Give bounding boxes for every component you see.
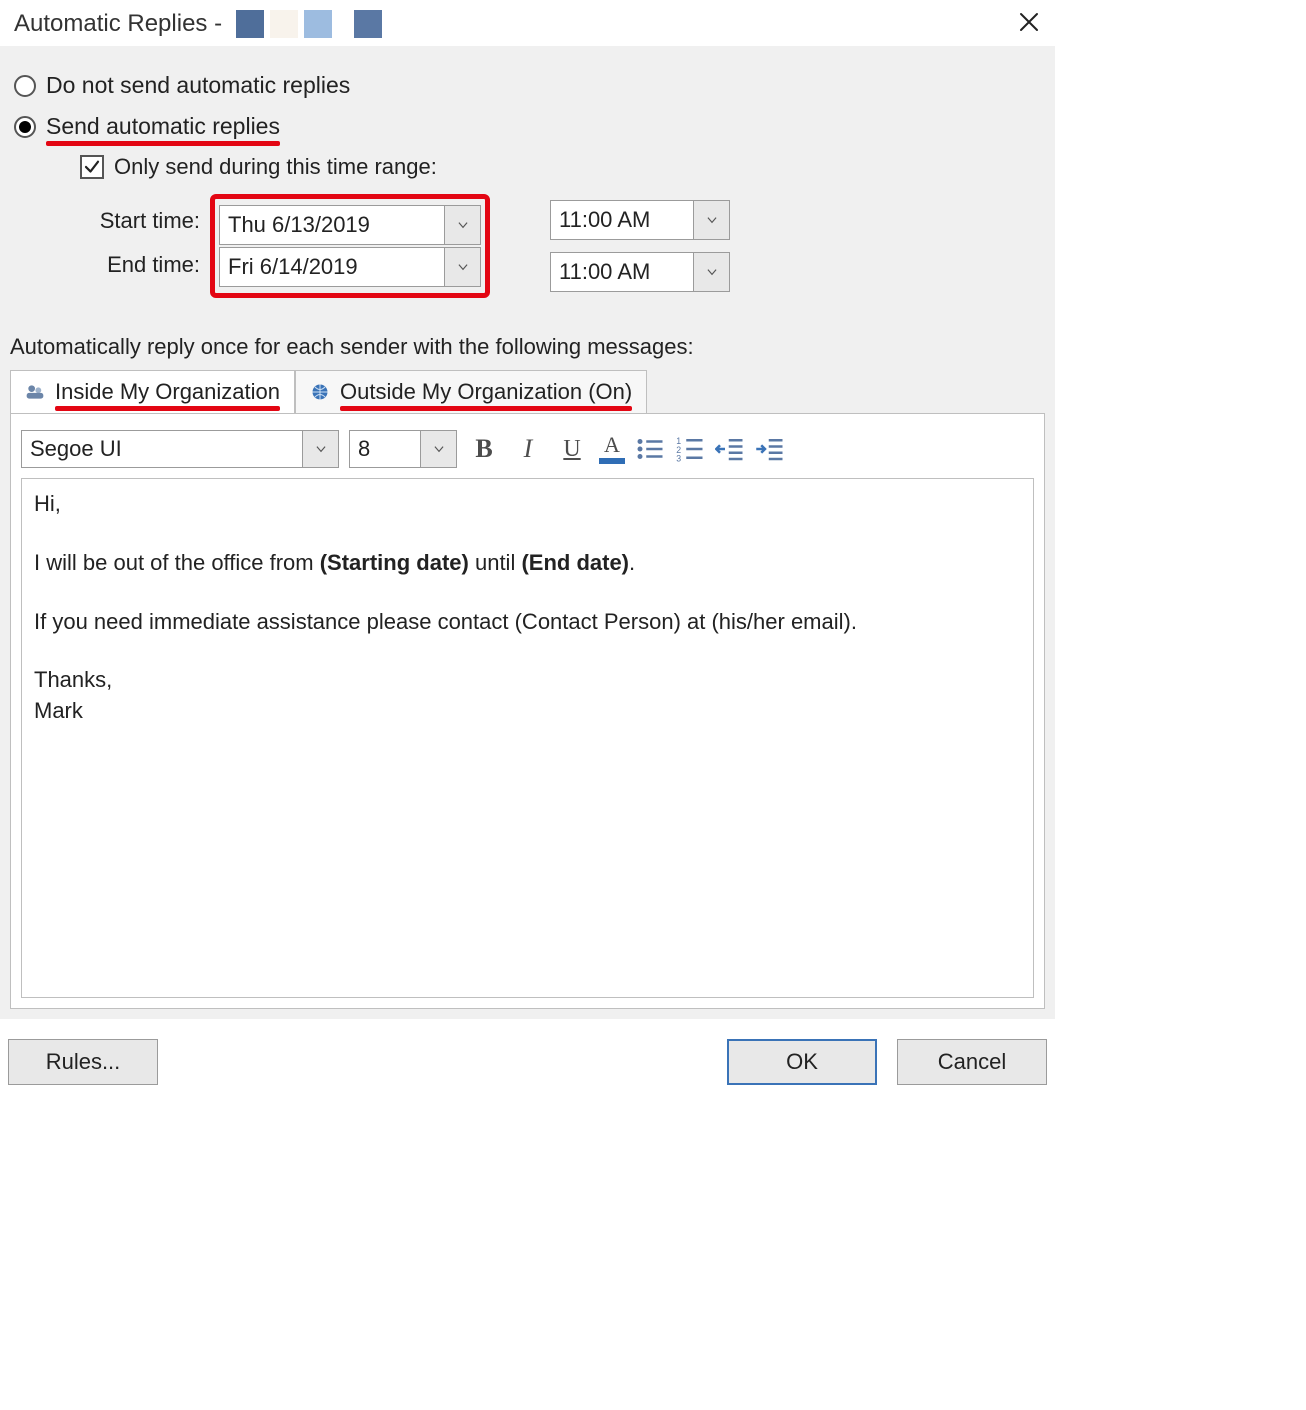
font-color-icon: A (604, 434, 620, 456)
message-textarea[interactable]: Hi, I will be out of the office from (St… (21, 478, 1034, 998)
bullet-list-button[interactable] (635, 434, 665, 464)
increase-indent-button[interactable] (755, 434, 785, 464)
title-bar: Automatic Replies - (0, 0, 1055, 46)
rules-button[interactable]: Rules... (8, 1039, 158, 1085)
end-time-label: End time: (80, 252, 210, 278)
font-size-value: 8 (350, 431, 420, 467)
chevron-down-icon[interactable] (420, 431, 456, 467)
format-toolbar: Segoe UI 8 B I U A (21, 424, 1034, 478)
msg-line: Mark (34, 698, 83, 723)
cancel-button[interactable]: Cancel (897, 1039, 1047, 1085)
radio-label: Send automatic replies (46, 113, 280, 140)
end-date-combo[interactable]: Fri 6/14/2019 (219, 247, 481, 287)
radio-label: Do not send automatic replies (46, 72, 350, 99)
font-color-bar (599, 458, 625, 464)
checkbox-label: Only send during this time range: (114, 154, 437, 180)
font-size-combo[interactable]: 8 (349, 430, 457, 468)
msg-line: If you need immediate assistance please … (34, 609, 857, 634)
font-family-value: Segoe UI (22, 431, 302, 467)
radio-do-not-send[interactable]: Do not send automatic replies (14, 72, 1045, 99)
start-time-value: 11:00 AM (551, 201, 693, 239)
tab-label: Inside My Organization (55, 379, 280, 405)
msg-bold: (Starting date) (320, 550, 469, 575)
chevron-down-icon[interactable] (444, 206, 480, 244)
italic-button[interactable]: I (511, 432, 545, 466)
button-label: OK (786, 1049, 818, 1075)
swatch-3 (304, 10, 332, 38)
number-list-button[interactable]: 123 (675, 434, 705, 464)
radio-icon[interactable] (14, 116, 36, 138)
msg-line: . (629, 550, 635, 575)
tabs: Inside My Organization Outside My Organi… (10, 370, 1045, 413)
window-title: Automatic Replies - (14, 10, 222, 38)
underline-button[interactable]: U (555, 432, 589, 466)
ok-button[interactable]: OK (727, 1039, 877, 1085)
swatch-4 (354, 10, 382, 38)
font-color-button[interactable]: A (599, 434, 625, 464)
people-icon (25, 382, 45, 402)
msg-line: I will be out of the office from (34, 550, 320, 575)
chevron-down-icon[interactable] (693, 253, 729, 291)
editor: Segoe UI 8 B I U A (10, 413, 1045, 1009)
dialog-buttons: Rules... OK Cancel (0, 1019, 1055, 1105)
msg-line: until (469, 550, 522, 575)
msg-bold: (End date) (521, 550, 629, 575)
highlight-date-box: Thu 6/13/2019 Fri 6/14/2019 (210, 194, 490, 298)
bold-button[interactable]: B (467, 432, 501, 466)
svg-text:3: 3 (676, 454, 681, 464)
checkbox-only-range[interactable]: Only send during this time range: (80, 154, 1045, 180)
start-time-combo[interactable]: 11:00 AM (550, 200, 730, 240)
swatch-2 (270, 10, 298, 38)
end-time-combo[interactable]: 11:00 AM (550, 252, 730, 292)
tab-inside-org[interactable]: Inside My Organization (10, 370, 295, 413)
end-date-value: Fri 6/14/2019 (220, 248, 444, 286)
highlighted-text: Send automatic replies (46, 113, 280, 140)
title-swatches (236, 10, 382, 38)
chevron-down-icon[interactable] (302, 431, 338, 467)
msg-line: Hi, (34, 491, 61, 516)
globe-icon (310, 382, 330, 402)
start-date-combo[interactable]: Thu 6/13/2019 (219, 205, 481, 245)
radio-send[interactable]: Send automatic replies (14, 113, 1045, 140)
chevron-down-icon[interactable] (693, 201, 729, 239)
button-label: Cancel (938, 1049, 1006, 1075)
radio-icon[interactable] (14, 75, 36, 97)
msg-line: Thanks, (34, 667, 112, 692)
chevron-down-icon[interactable] (444, 248, 480, 286)
font-family-combo[interactable]: Segoe UI (21, 430, 339, 468)
start-time-label: Start time: (80, 208, 210, 234)
start-date-value: Thu 6/13/2019 (220, 206, 444, 244)
button-label: Rules... (46, 1049, 121, 1075)
checkbox-icon[interactable] (80, 155, 104, 179)
end-time-value: 11:00 AM (551, 253, 693, 291)
decrease-indent-button[interactable] (715, 434, 745, 464)
tab-label: Outside My Organization (On) (340, 379, 632, 405)
tab-outside-org[interactable]: Outside My Organization (On) (295, 370, 647, 413)
instruction-text: Automatically reply once for each sender… (10, 334, 1045, 360)
swatch-1 (236, 10, 264, 38)
close-icon[interactable] (1017, 10, 1041, 38)
